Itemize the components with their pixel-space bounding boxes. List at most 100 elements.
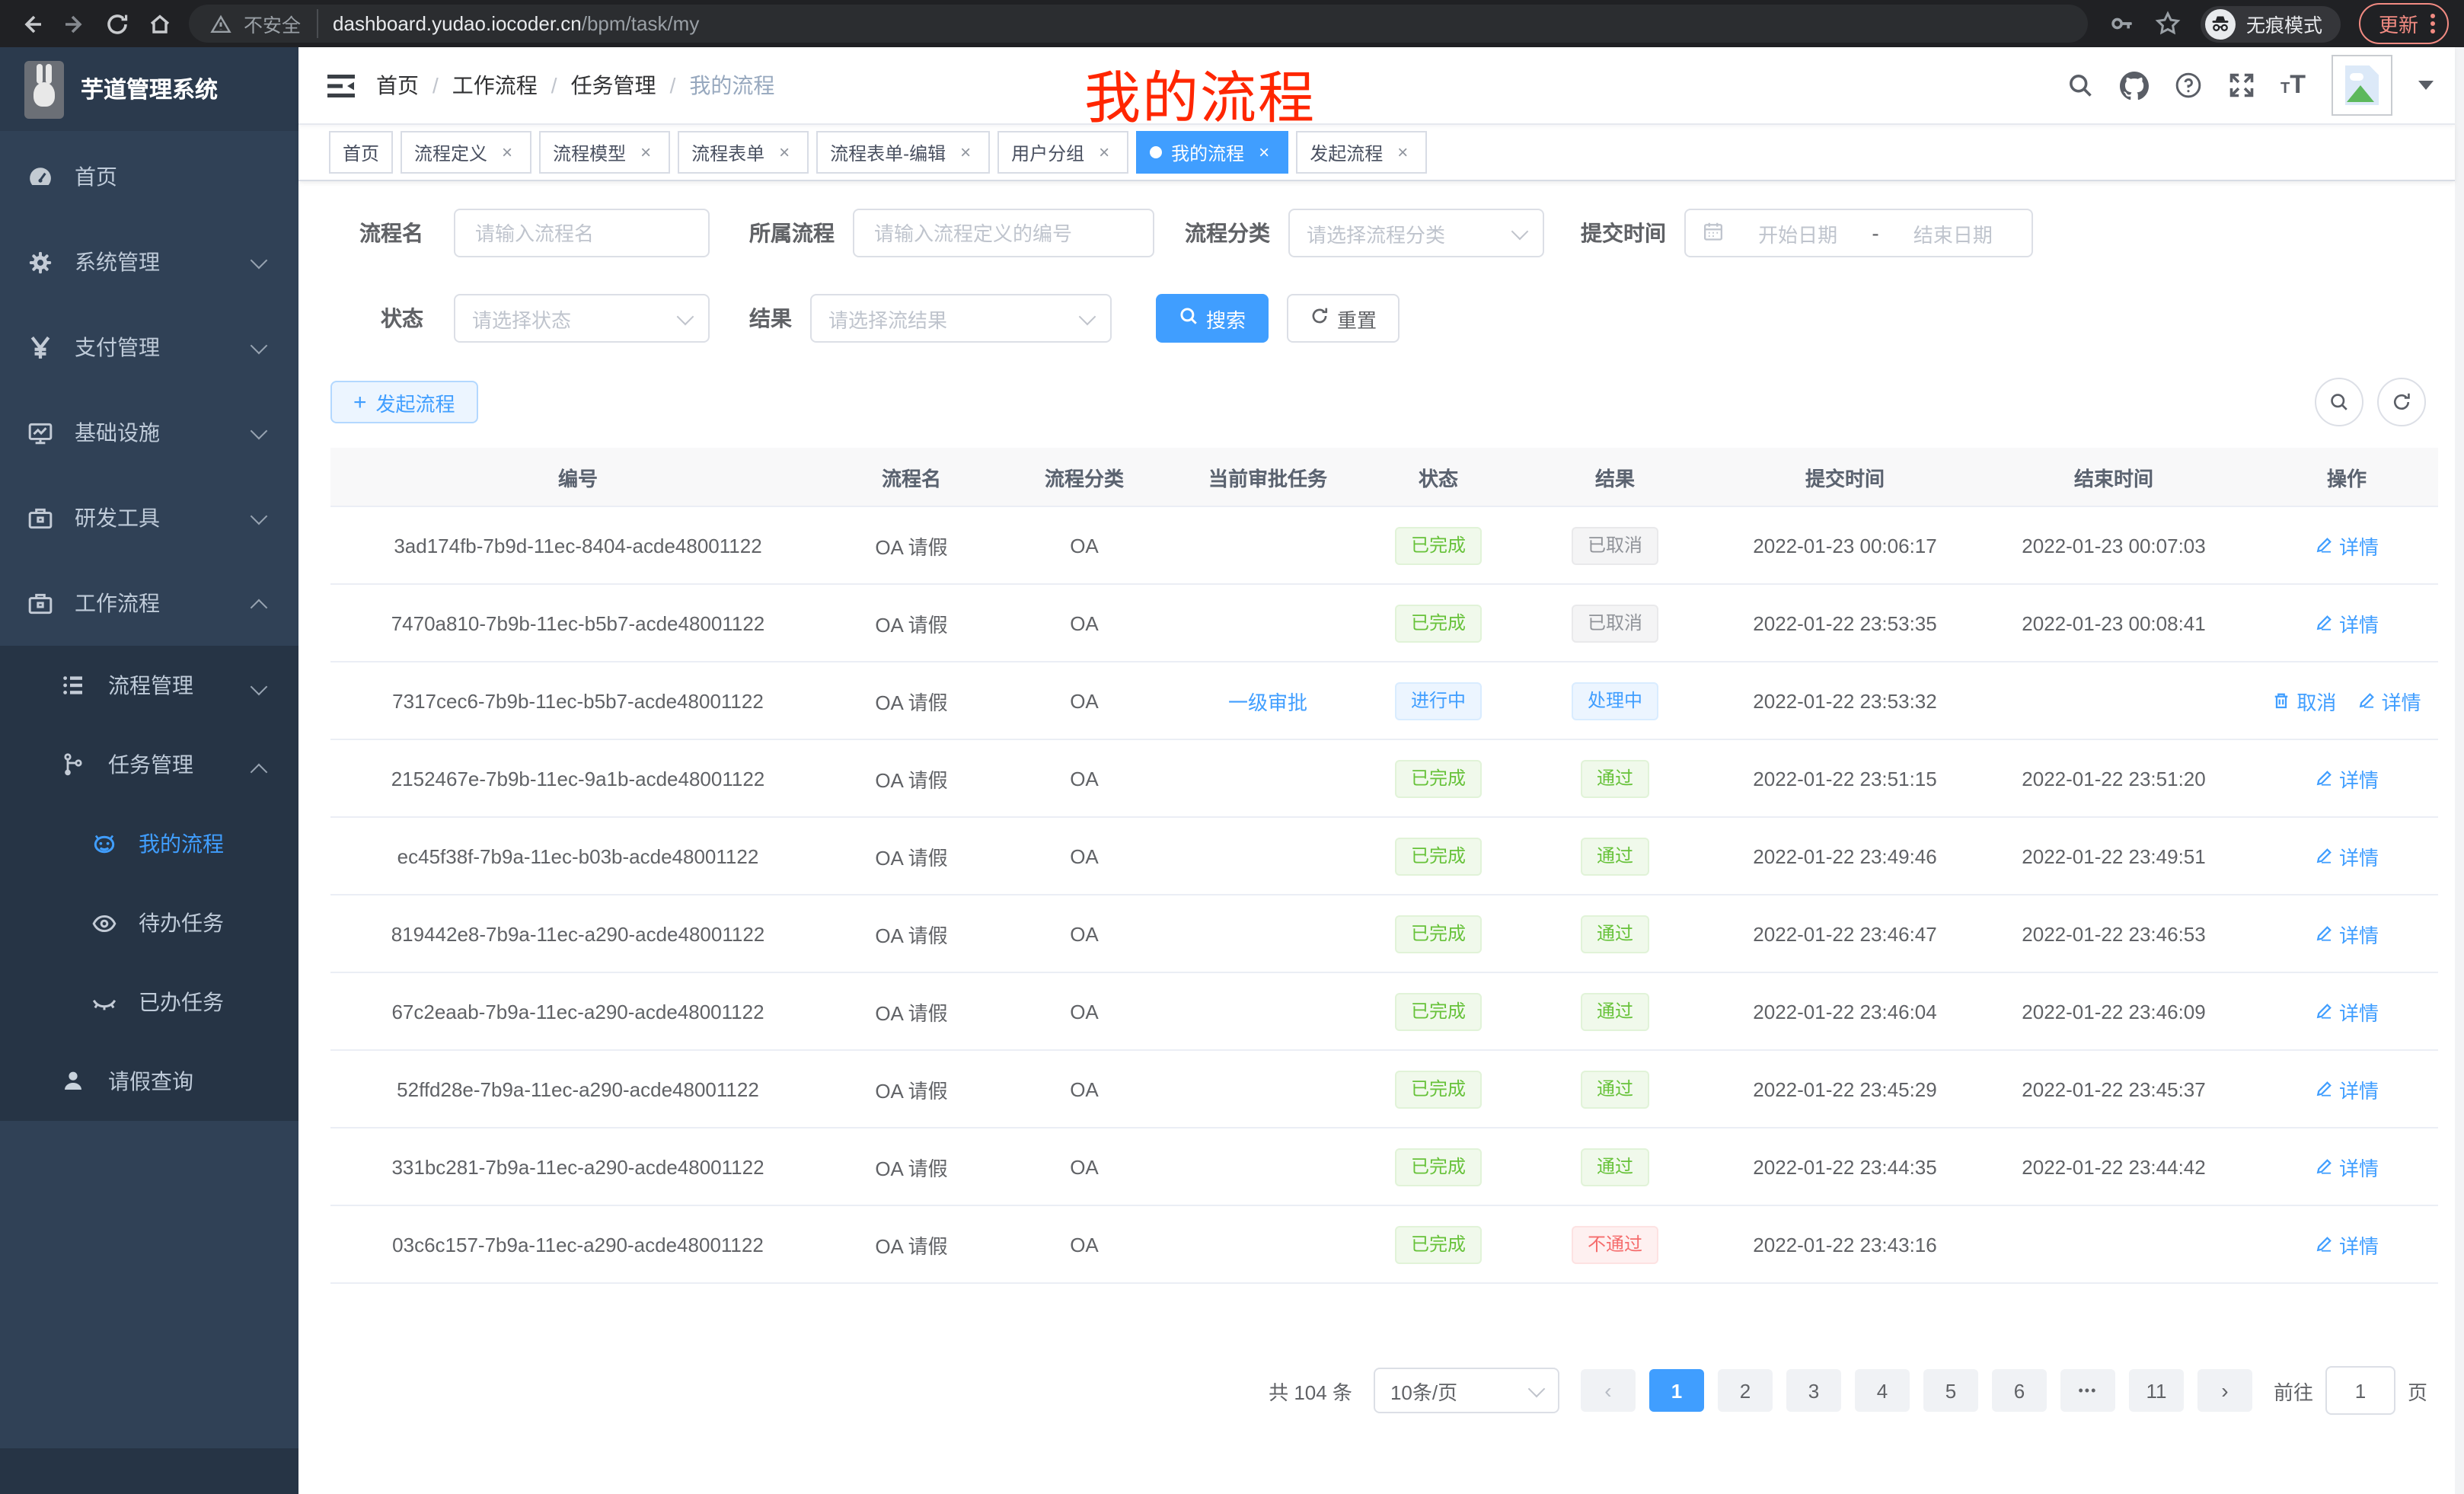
result-label: 结果 xyxy=(749,303,792,334)
detail-link[interactable]: 详情 xyxy=(2315,919,2379,948)
detail-link[interactable]: 详情 xyxy=(2315,608,2379,637)
page-button[interactable]: 5 xyxy=(1923,1369,1978,1412)
avatar[interactable] xyxy=(2332,55,2392,116)
process-id: 03c6c157-7b9a-11ec-a290-acde48001122 xyxy=(330,1205,825,1283)
page-button[interactable]: 1 xyxy=(1649,1369,1704,1412)
close-icon[interactable] xyxy=(1392,142,1413,163)
sidebar-item-my-process[interactable]: 我的流程 xyxy=(0,804,298,883)
cancel-link[interactable]: 取消 xyxy=(2272,686,2336,715)
breadcrumb-workflow[interactable]: 工作流程 xyxy=(452,70,538,101)
page-button[interactable]: 6 xyxy=(1992,1369,2047,1412)
start-date-placeholder: 开始日期 xyxy=(1736,219,1859,247)
update-button[interactable]: 更新 xyxy=(2359,3,2449,44)
process-id: 2152467e-7b9b-11ec-9a1b-acde48001122 xyxy=(330,739,825,817)
breadcrumb-home[interactable]: 首页 xyxy=(376,70,419,101)
reset-button[interactable]: 重置 xyxy=(1287,294,1400,343)
sidebar-item-workflow[interactable]: 工作流程 xyxy=(0,560,298,646)
sidebar-item-infra[interactable]: 基础设施 xyxy=(0,390,298,475)
process-label: 所属流程 xyxy=(749,218,835,248)
date-range-picker[interactable]: 开始日期 - 结束日期 xyxy=(1684,209,2033,257)
sidebar-item-payment[interactable]: 支付管理 xyxy=(0,305,298,390)
status-badge: 已完成 xyxy=(1396,1070,1481,1108)
password-key-icon[interactable] xyxy=(2109,10,2137,37)
sidebar-item-process-mgmt[interactable]: 流程管理 xyxy=(0,646,298,725)
close-icon[interactable] xyxy=(635,142,656,163)
reload-icon[interactable] xyxy=(104,10,131,37)
home-icon[interactable] xyxy=(146,10,174,37)
close-icon[interactable] xyxy=(955,142,976,163)
process-name: OA 请假 xyxy=(825,1205,997,1283)
sidebar-item-done-tasks[interactable]: 已办任务 xyxy=(0,962,298,1042)
sidebar-item-devtools[interactable]: 研发工具 xyxy=(0,475,298,560)
tab-process-definition[interactable]: 流程定义 xyxy=(401,131,531,174)
refresh-icon xyxy=(1310,306,1329,330)
sidebar-item-todo-tasks[interactable]: 待办任务 xyxy=(0,883,298,962)
detail-link[interactable]: 详情 xyxy=(2315,841,2379,870)
page-size-select[interactable]: 10条/页 xyxy=(1374,1368,1559,1413)
fullscreen-icon[interactable] xyxy=(2227,72,2255,99)
detail-link[interactable]: 详情 xyxy=(2315,1152,2379,1181)
tab-start-process[interactable]: 发起流程 xyxy=(1296,131,1427,174)
result-badge: 通过 xyxy=(1581,1070,1649,1108)
col-status: 状态 xyxy=(1364,448,1512,506)
table-row: 331bc281-7b9a-11ec-a290-acde48001122 OA … xyxy=(330,1128,2438,1205)
collapse-sidebar-icon[interactable] xyxy=(327,74,355,97)
refresh-table-button[interactable] xyxy=(2377,378,2426,426)
category-select[interactable]: 请选择流程分类 xyxy=(1288,209,1544,257)
sidebar-item-system[interactable]: 系统管理 xyxy=(0,219,298,305)
current-task-link[interactable]: 一级审批 xyxy=(1228,686,1307,715)
breadcrumb-task-mgmt[interactable]: 任务管理 xyxy=(571,70,656,101)
next-page-button[interactable] xyxy=(2197,1369,2252,1412)
browser-menu-icon[interactable] xyxy=(2430,14,2435,34)
tab-process-form[interactable]: 流程表单 xyxy=(678,131,809,174)
sidebar-item-leave-query[interactable]: 请假查询 xyxy=(0,1042,298,1121)
incognito-icon xyxy=(2205,8,2236,39)
forward-icon[interactable] xyxy=(61,10,88,37)
page-button[interactable]: 2 xyxy=(1718,1369,1773,1412)
tab-process-form-edit[interactable]: 流程表单-编辑 xyxy=(816,131,990,174)
process-name-input[interactable] xyxy=(454,209,710,257)
show-search-button[interactable] xyxy=(2315,378,2363,426)
sidebar-item-home[interactable]: 首页 xyxy=(0,134,298,219)
search-icon[interactable] xyxy=(2066,72,2093,99)
page-button[interactable]: 11 xyxy=(2129,1369,2184,1412)
tab-home[interactable]: 首页 xyxy=(329,131,393,174)
close-icon[interactable] xyxy=(1093,142,1115,163)
goto-suffix: 页 xyxy=(2408,1376,2427,1405)
bookmark-star-icon[interactable] xyxy=(2155,10,2182,37)
start-process-button[interactable]: 发起流程 xyxy=(330,381,478,423)
tab-process-model[interactable]: 流程模型 xyxy=(539,131,670,174)
sidebar-item-task-mgmt[interactable]: 任务管理 xyxy=(0,725,298,804)
detail-link[interactable]: 详情 xyxy=(2315,997,2379,1026)
search-button[interactable]: 搜索 xyxy=(1156,294,1269,343)
page-button[interactable]: 3 xyxy=(1786,1369,1841,1412)
table-row: 2152467e-7b9b-11ec-9a1b-acde48001122 OA … xyxy=(330,739,2438,817)
address-bar[interactable]: 不安全 dashboard.yudao.iocoder.cn/bpm/task/… xyxy=(189,5,2088,43)
close-icon[interactable] xyxy=(1253,142,1275,163)
goto-page-input[interactable] xyxy=(2325,1366,2395,1415)
help-icon[interactable] xyxy=(2174,72,2201,99)
process-definition-input[interactable] xyxy=(853,209,1154,257)
github-icon[interactable] xyxy=(2119,71,2148,100)
detail-link[interactable]: 详情 xyxy=(2315,764,2379,793)
close-icon[interactable] xyxy=(496,142,518,163)
workflow-submenu: 流程管理 任务管理 我的流程 待办任务 xyxy=(0,646,298,1121)
tab-my-process[interactable]: 我的流程 xyxy=(1136,131,1288,174)
page-button[interactable]: 4 xyxy=(1855,1369,1910,1412)
incognito-badge: 无痕模式 xyxy=(2201,5,2341,42)
tab-user-group[interactable]: 用户分组 xyxy=(997,131,1128,174)
font-size-icon[interactable] xyxy=(2280,70,2306,101)
result-select[interactable]: 请选择流结果 xyxy=(810,294,1112,343)
back-icon[interactable] xyxy=(18,10,46,37)
prev-page-button[interactable] xyxy=(1581,1369,1636,1412)
detail-link[interactable]: 详情 xyxy=(2315,531,2379,560)
status-select[interactable]: 请选择状态 xyxy=(454,294,710,343)
avatar-caret-icon[interactable] xyxy=(2418,81,2434,90)
detail-link[interactable]: 详情 xyxy=(2357,686,2421,715)
app-logo-row[interactable]: 芋道管理系统 xyxy=(0,47,298,131)
detail-link[interactable]: 详情 xyxy=(2315,1230,2379,1259)
process-category: OA xyxy=(997,506,1171,584)
detail-link[interactable]: 详情 xyxy=(2315,1074,2379,1103)
close-icon[interactable] xyxy=(774,142,795,163)
more-pages-button[interactable]: ••• xyxy=(2060,1369,2115,1412)
